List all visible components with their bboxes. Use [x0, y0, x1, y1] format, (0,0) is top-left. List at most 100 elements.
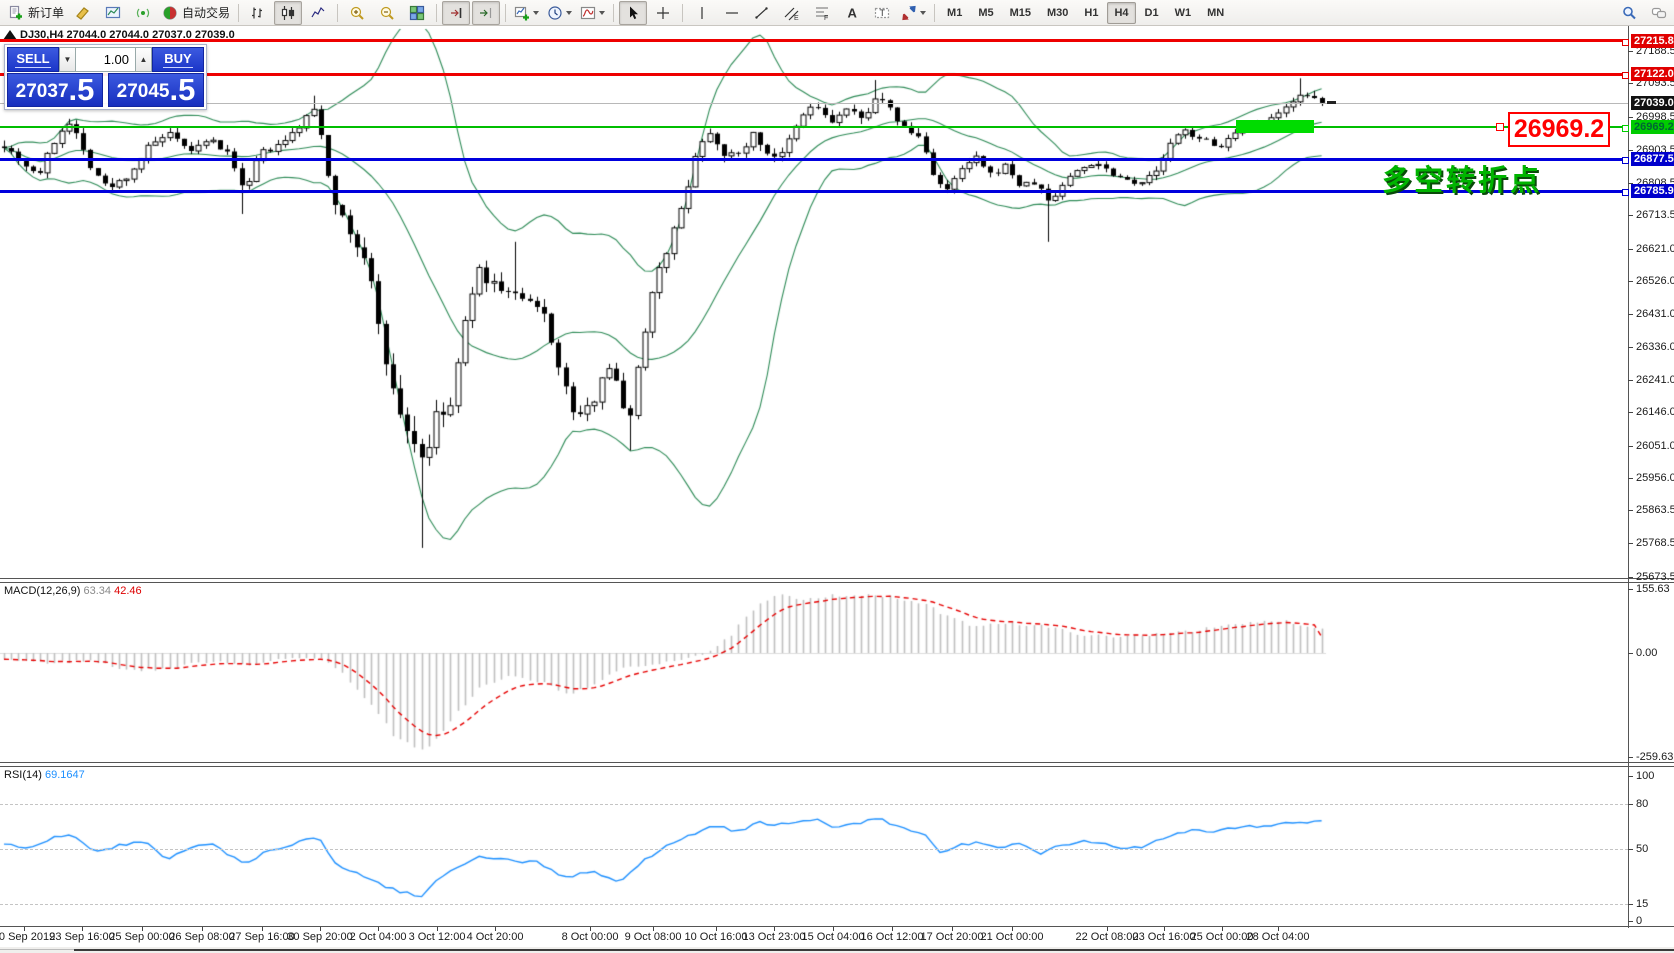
callout-anchor-square — [1496, 123, 1504, 131]
text-button[interactable]: A — [838, 1, 866, 25]
tile-windows-button[interactable] — [403, 1, 431, 25]
timeframe-button-w1[interactable]: W1 — [1168, 2, 1199, 24]
new-chart-button[interactable] — [511, 1, 542, 25]
horizontal-level-line-27215.8[interactable] — [0, 39, 1628, 42]
auto-scroll-button[interactable] — [472, 1, 500, 25]
toolbar-separator — [337, 4, 338, 22]
highlight-rectangle[interactable] — [1236, 120, 1314, 133]
periods-button[interactable] — [544, 1, 575, 25]
timeframe-button-m15[interactable]: M15 — [1003, 2, 1038, 24]
search-button[interactable] — [1615, 1, 1643, 25]
time-label: 25 Sep 00:00 — [109, 931, 174, 943]
rsi-tick-label: 50 — [1636, 843, 1648, 855]
horizontal-level-line-27122.0[interactable] — [0, 73, 1628, 76]
sell-button[interactable]: SELL — [7, 47, 59, 72]
fibonacci-button[interactable]: F — [808, 1, 836, 25]
main-toolbar: 新订单 自动交易 EFAT M1M5M15M30H1H4D1W1MN — [0, 0, 1674, 26]
horizontal-line-button[interactable] — [718, 1, 746, 25]
time-label: 21 Oct 00:00 — [981, 931, 1044, 943]
bar-chart-button[interactable] — [244, 1, 272, 25]
line-chart-button[interactable] — [304, 1, 332, 25]
price-tick — [1628, 380, 1633, 381]
timeframe-button-h1[interactable]: H1 — [1077, 2, 1105, 24]
timeframe-button-m5[interactable]: M5 — [971, 2, 1000, 24]
market-watch-button[interactable] — [99, 1, 127, 25]
rsi-level-gridline — [0, 804, 1628, 805]
time-label: 28 Oct 04:00 — [1247, 931, 1310, 943]
rsi-tick — [1628, 921, 1633, 922]
price-tick-label: 26241.0 — [1636, 374, 1674, 386]
chat-button[interactable] — [1645, 1, 1673, 25]
time-label: 4 Oct 20:00 — [467, 931, 524, 943]
price-tag-anchor — [1622, 72, 1629, 79]
crosshair-button[interactable] — [649, 1, 677, 25]
toolbar-separator — [934, 4, 935, 22]
timeframe-button-m30[interactable]: M30 — [1040, 2, 1075, 24]
time-label: 13 Oct 23:00 — [743, 931, 806, 943]
templates-button[interactable] — [577, 1, 608, 25]
chat-icon — [1651, 5, 1667, 21]
shift-icon — [448, 5, 464, 21]
sell-price-base: 27037 — [16, 79, 69, 105]
horizontal-level-line-26969.2[interactable] — [0, 126, 1628, 128]
time-label: 10 Oct 16:00 — [685, 931, 748, 943]
chevron-down-icon — [920, 11, 926, 15]
trendline-button[interactable] — [748, 1, 776, 25]
chevron-down-icon — [599, 11, 605, 15]
price-tick-label: 26336.0 — [1636, 341, 1674, 353]
signals-button[interactable] — [129, 1, 157, 25]
buy-price-button[interactable]: 27045.5 — [108, 73, 204, 107]
tiles-icon — [409, 5, 425, 21]
timeframe-button-m1[interactable]: M1 — [940, 2, 969, 24]
vertical-line-button[interactable] — [688, 1, 716, 25]
volume-input[interactable] — [76, 47, 135, 72]
macd-tick — [1628, 757, 1633, 758]
brush-icon — [75, 5, 91, 21]
price-tick — [1628, 446, 1633, 447]
zoom-in-button[interactable] — [343, 1, 371, 25]
cursor-button[interactable] — [619, 1, 647, 25]
scrollbar-track — [0, 949, 74, 950]
new-order-button[interactable]: 新订单 — [5, 1, 67, 25]
timeframe-button-h4[interactable]: H4 — [1107, 2, 1135, 24]
rsi-tick-label: 0 — [1636, 915, 1642, 927]
text-label-button[interactable]: T — [868, 1, 896, 25]
trading-terminal-window: 新订单自动交易EFATM1M5M15M30H1H4D1W1MN DJ30,H4 … — [0, 0, 1674, 953]
turning-point-annotation[interactable]: 多空转折点 — [1382, 157, 1542, 199]
toolbar-separator — [436, 4, 437, 22]
trendline-icon — [754, 5, 770, 21]
arrows-button[interactable] — [898, 1, 929, 25]
bars-icon — [250, 5, 266, 21]
chart-shift-button[interactable] — [442, 1, 470, 25]
horizontal-level-line-27039.0[interactable] — [0, 103, 1628, 104]
macd-tick-label: 155.63 — [1636, 583, 1670, 595]
price-tag-anchor — [1622, 157, 1629, 164]
price-tick — [1628, 314, 1633, 315]
styles-button[interactable] — [69, 1, 97, 25]
price-callout-label[interactable]: 26969.2 — [1508, 112, 1610, 147]
one-click-trade-panel: SELL ▼ ▲ BUY 27037.5 27045.5 — [4, 44, 207, 110]
clock-icon — [547, 5, 563, 21]
volume-increase-button[interactable]: ▲ — [135, 47, 152, 72]
candlestick-chart-button[interactable] — [274, 1, 302, 25]
auto-trading-button[interactable]: 自动交易 — [159, 1, 233, 25]
zoom-out-button[interactable] — [373, 1, 401, 25]
channel-icon: E — [784, 5, 800, 21]
volume-decrease-button[interactable]: ▼ — [59, 47, 76, 72]
price-tag-anchor — [1622, 125, 1629, 132]
buy-button[interactable]: BUY — [152, 47, 204, 72]
timeframe-button-mn[interactable]: MN — [1200, 2, 1231, 24]
rsi-tick-label: 80 — [1636, 798, 1648, 810]
macd-tick-label: 0.00 — [1636, 647, 1657, 659]
timeframe-button-d1[interactable]: D1 — [1138, 2, 1166, 24]
scrollbar-thumb[interactable] — [74, 949, 1674, 951]
sell-price-button[interactable]: 27037.5 — [7, 73, 103, 107]
equidistant-channel-button[interactable]: E — [778, 1, 806, 25]
time-label: 23 Oct 16:00 — [1133, 931, 1196, 943]
rsi-value: 69.1647 — [45, 769, 85, 781]
price-tick-label: 26621.0 — [1636, 243, 1674, 255]
arrows-icon — [901, 5, 917, 21]
rsi-level-gridline — [0, 849, 1628, 850]
price-tick — [1628, 577, 1633, 578]
rsi-tick — [1628, 804, 1633, 805]
